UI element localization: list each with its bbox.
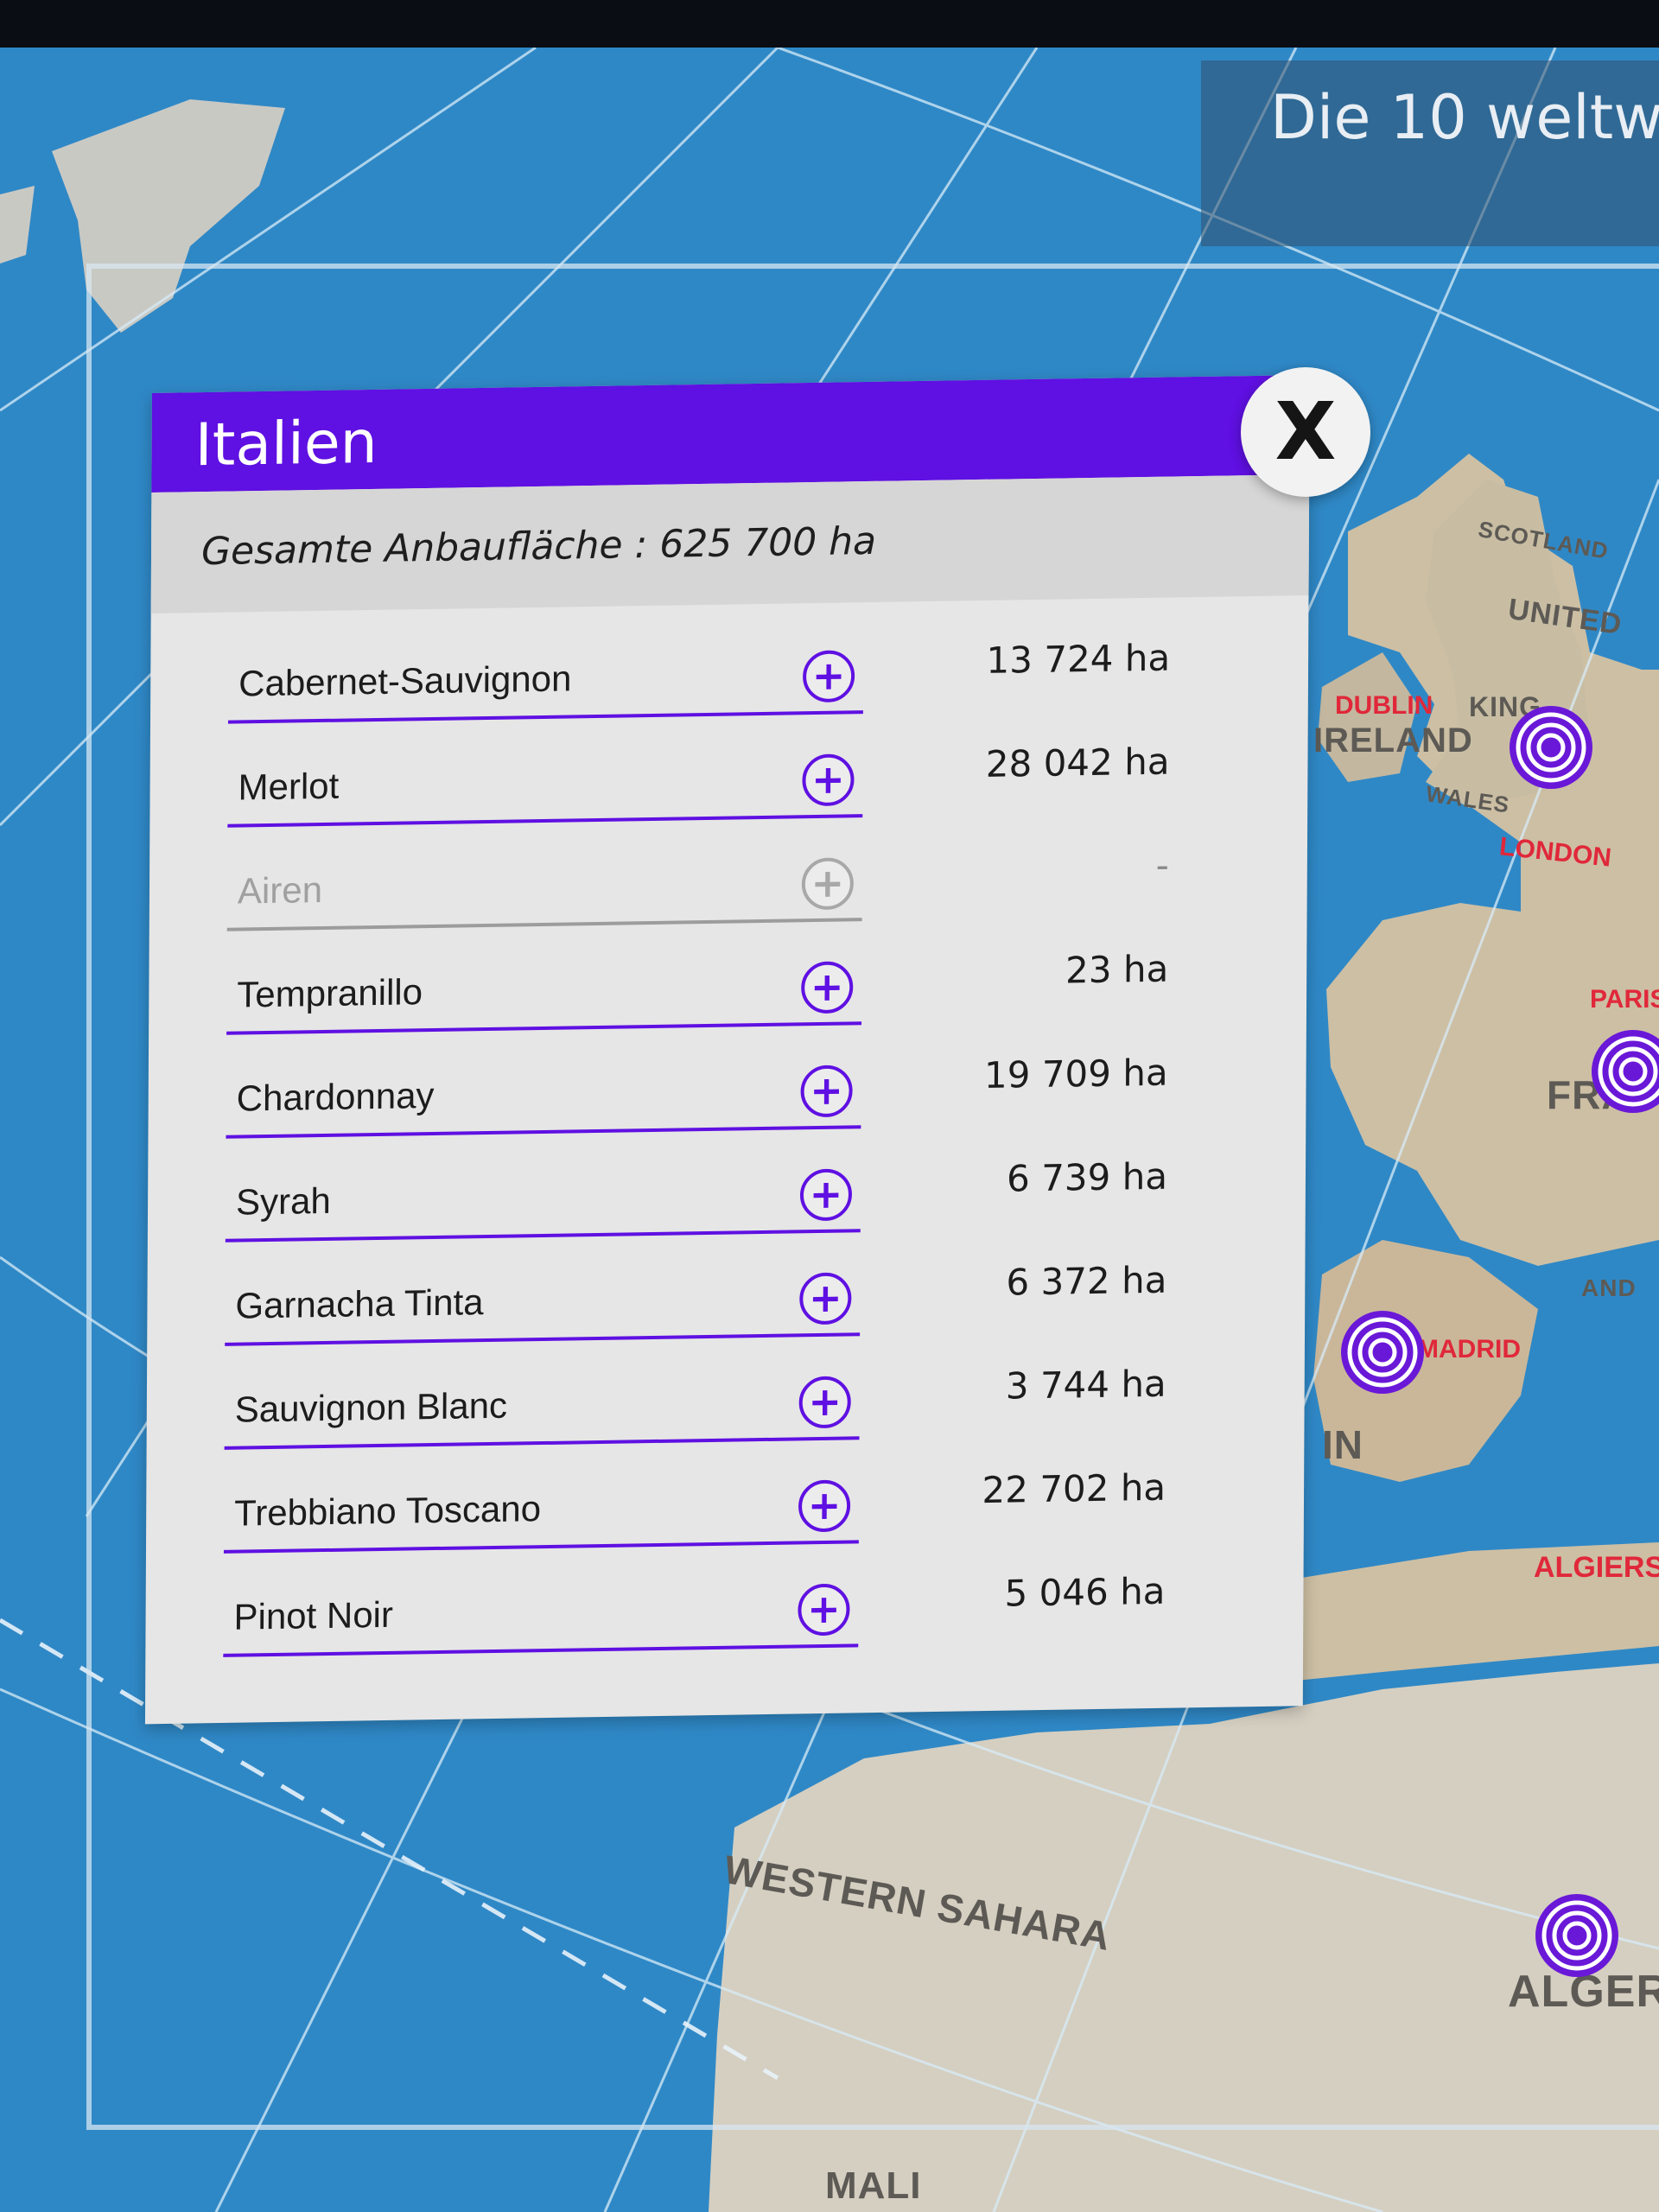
grape-row-merlot: Merlot + 28 042 ha [227,721,1264,842]
plus-circle-icon[interactable]: + [798,1376,851,1429]
plus-circle-icon[interactable]: + [802,753,855,807]
concentric-target-icon [1510,706,1592,789]
marker-spain[interactable] [1339,1309,1426,1395]
plus-circle-icon: + [801,857,855,911]
concentric-target-icon [1592,1030,1659,1113]
plus-circle-icon[interactable]: + [799,1272,852,1325]
grape-area: 22 702 ha [982,1465,1166,1512]
map-label-mali: MALI [825,2164,922,2207]
grape-area: 6 372 ha [1006,1258,1167,1304]
grape-underline [227,814,863,828]
grape-underline [226,918,862,931]
grape-row-sauvignon-blanc: Sauvignon Blanc + 3 744 ha [224,1344,1261,1464]
grape-underline [225,1229,861,1243]
plus-circle-icon[interactable]: + [802,650,855,703]
total-area-row: Gesamte Anbaufläche : 625 700 ha [150,474,1310,614]
grape-name: Airen [237,868,323,912]
grape-name: Syrah [235,1179,331,1223]
marker-france[interactable] [1590,1028,1659,1115]
grape-underline [226,1125,861,1139]
grape-name: Tempranillo [237,971,423,1015]
grape-row-trebbiano-toscano: Trebbiano Toscano + 22 702 ha [223,1447,1261,1567]
grape-row-cabernet-sauvignon: Cabernet-Sauvignon + 13 724 ha [227,618,1265,738]
page-title: Die 10 weltwe [1270,82,1659,153]
grape-underline [226,1021,862,1035]
plus-circle-icon[interactable]: + [799,1168,853,1222]
grape-list: Cabernet-Sauvignon + 13 724 ha Merlot + … [223,618,1265,1671]
grape-area: 23 ha [1065,947,1169,992]
panel-title: Italien [194,408,378,480]
grape-row-garnacha-tinta: Garnacha Tinta + 6 372 ha [225,1240,1262,1360]
grape-area: 5 046 ha [1004,1569,1166,1615]
marker-algeria[interactable] [1534,1892,1620,1979]
grape-row-tempranillo: Tempranillo + 23 ha [226,929,1263,1049]
panel-header: Italien [151,374,1310,493]
plus-circle-icon[interactable]: + [798,1583,850,1637]
grape-area: - [1155,843,1170,887]
grape-underline [224,1436,860,1450]
grape-underline [223,1540,859,1554]
grape-name: Sauvignon Blanc [234,1384,508,1430]
grape-name: Chardonnay [236,1074,435,1119]
grape-name: Cabernet-Sauvignon [238,658,572,704]
plus-circle-icon[interactable]: + [801,961,854,1014]
grape-underline [227,710,863,724]
grape-row-syrah: Syrah + 6 739 ha [225,1136,1262,1256]
plus-circle-icon[interactable]: + [798,1479,851,1533]
marker-uk[interactable] [1508,704,1594,791]
grape-name: Pinot Noir [233,1593,394,1637]
grape-underline [225,1332,861,1346]
grape-row-airen: Airen + - [226,825,1264,945]
plus-circle-icon[interactable]: + [800,1065,853,1118]
grape-row-pinot-noir: Pinot Noir + 5 046 ha [223,1551,1260,1671]
country-panel: Italien Gesamte Anbaufläche : 625 700 ha… [144,374,1310,1725]
grape-row-chardonnay: Chardonnay + 19 709 ha [226,1033,1262,1153]
close-icon: X [1274,385,1337,478]
concentric-target-icon [1341,1311,1424,1394]
grape-name: Trebbiano Toscano [234,1488,542,1534]
grape-area: 3 744 ha [1005,1362,1166,1408]
grape-name: Merlot [238,765,340,808]
grape-underline [223,1643,859,1657]
total-area-text: Gesamte Anbaufläche : 625 700 ha [200,518,877,575]
grape-name: Garnacha Tinta [235,1281,484,1326]
grape-area: 19 709 ha [983,1051,1168,1096]
concentric-target-icon [1535,1894,1618,1977]
grape-area: 28 042 ha [985,740,1170,785]
grape-area: 6 739 ha [1006,1154,1168,1200]
grape-area: 13 724 ha [986,636,1171,682]
close-button[interactable]: X [1241,367,1370,497]
